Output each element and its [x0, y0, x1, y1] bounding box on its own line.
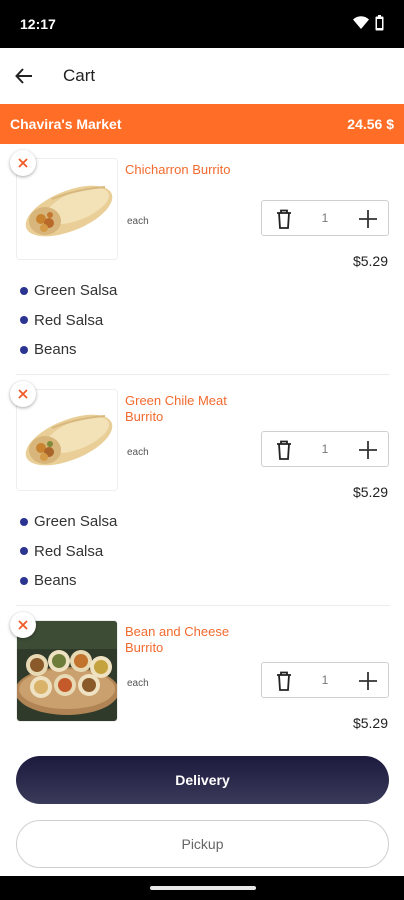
quantity-value: 1: [321, 442, 329, 456]
option-label: Green Salsa: [34, 282, 118, 300]
option-item: Red Salsa: [20, 537, 117, 567]
item-name[interactable]: Green Chile Meat Burrito: [125, 393, 245, 425]
close-icon: [18, 620, 28, 630]
item-image: [16, 389, 118, 491]
store-bar: Chavira's Market 24.56 $: [0, 104, 404, 144]
option-item: Red Salsa: [20, 306, 117, 336]
bullet-icon: [20, 286, 28, 295]
delete-item-button[interactable]: [274, 670, 294, 692]
item-price: $5.29: [352, 715, 388, 731]
option-label: Green Salsa: [34, 513, 118, 531]
remove-item-button[interactable]: [10, 381, 36, 407]
close-icon: [18, 158, 28, 168]
wifi-icon: [353, 16, 369, 29]
item-unit: each: [127, 678, 149, 689]
quantity-value: 1: [321, 211, 329, 225]
arrow-left-icon: [15, 68, 32, 84]
option-item: Green Salsa: [20, 507, 117, 537]
home-gesture-handle[interactable]: [150, 886, 256, 890]
increase-quantity-button[interactable]: [357, 208, 379, 230]
burrito-image: [17, 390, 117, 490]
burrito-platter-image: [17, 621, 117, 721]
battery-icon: [375, 15, 384, 31]
back-button[interactable]: [10, 62, 38, 90]
bullet-icon: [20, 316, 28, 325]
item-divider: [16, 605, 390, 606]
remove-item-button[interactable]: [10, 150, 36, 176]
plus-icon: [359, 441, 377, 459]
status-time: 12:17: [20, 16, 56, 32]
app-bar: Cart: [0, 48, 404, 104]
trash-icon: [277, 671, 291, 691]
item-image: [16, 620, 118, 722]
option-label: Red Salsa: [34, 311, 104, 329]
quantity-stepper: 1: [261, 431, 389, 467]
item-unit: each: [127, 447, 149, 458]
close-icon: [18, 389, 28, 399]
plus-icon: [359, 210, 377, 228]
option-label: Beans: [34, 572, 77, 590]
trash-icon: [277, 440, 291, 460]
item-divider: [16, 374, 390, 375]
store-name: Chavira's Market: [10, 116, 122, 132]
burrito-image: [17, 159, 117, 259]
item-options: Green Salsa Red Salsa Beans: [20, 276, 117, 365]
item-name[interactable]: Chicharron Burrito: [125, 162, 245, 178]
trash-icon: [277, 209, 291, 229]
delete-item-button[interactable]: [274, 439, 294, 461]
cart-total: 24.56 $: [347, 116, 394, 132]
remove-item-button[interactable]: [10, 612, 36, 638]
status-icons: [353, 15, 384, 31]
bullet-icon: [20, 517, 28, 526]
increase-quantity-button[interactable]: [357, 670, 379, 692]
option-item: Green Salsa: [20, 276, 117, 306]
option-label: Beans: [34, 341, 77, 359]
option-item: Beans: [20, 566, 117, 596]
page-title: Cart: [63, 66, 96, 85]
system-nav-bar: [0, 876, 404, 900]
bullet-icon: [20, 576, 28, 585]
item-unit: each: [127, 216, 149, 227]
increase-quantity-button[interactable]: [357, 439, 379, 461]
bullet-icon: [20, 547, 28, 556]
status-bar: 12:17: [0, 0, 404, 48]
quantity-value: 1: [321, 673, 329, 687]
option-item: Beans: [20, 335, 117, 365]
checkout-actions: Delivery Pickup: [0, 744, 404, 876]
quantity-stepper: 1: [261, 662, 389, 698]
item-name[interactable]: Bean and Cheese Burrito: [125, 624, 245, 656]
item-options: Green Salsa Red Salsa Beans: [20, 507, 117, 596]
item-image: [16, 158, 118, 260]
item-price: $5.29: [352, 253, 388, 269]
delivery-button[interactable]: Delivery: [16, 756, 389, 804]
item-price: $5.29: [352, 484, 388, 500]
plus-icon: [359, 672, 377, 690]
pickup-button[interactable]: Pickup: [16, 820, 389, 868]
delete-item-button[interactable]: [274, 208, 294, 230]
cart-list[interactable]: Chicharron Burrito each 1 $5.29 Green Sa…: [0, 144, 404, 744]
option-label: Red Salsa: [34, 542, 104, 560]
quantity-stepper: 1: [261, 200, 389, 236]
bullet-icon: [20, 345, 28, 354]
